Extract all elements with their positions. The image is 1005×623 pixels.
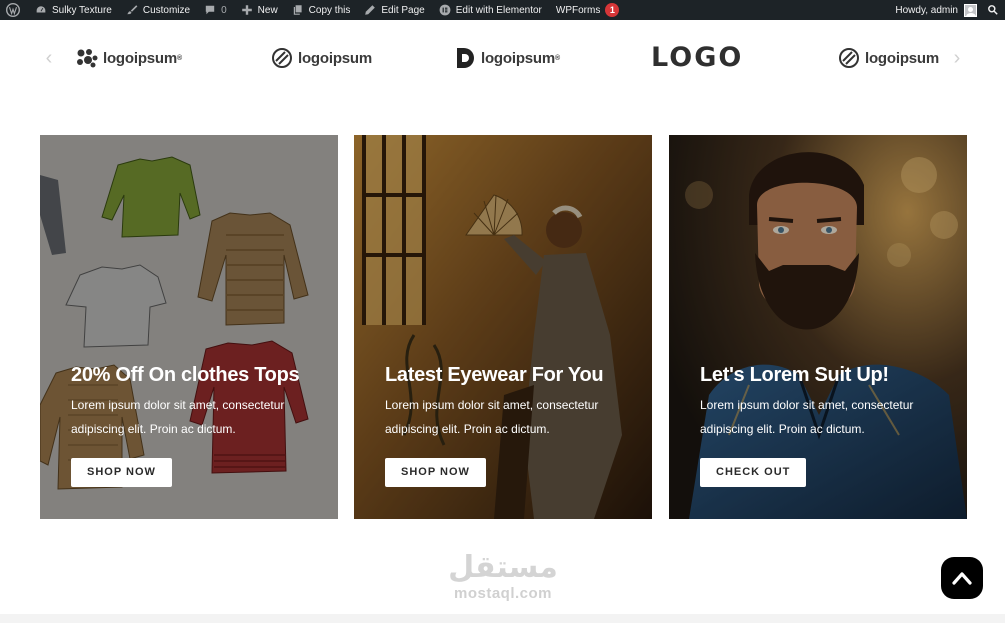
- card-title: Let's Lorem Suit Up!: [700, 364, 889, 386]
- card-content: 20% Off On clothes Tops Lorem ipsum dolo…: [71, 361, 321, 487]
- copy-this-label: Copy this: [308, 4, 351, 16]
- customize-label: Customize: [142, 4, 191, 16]
- admin-bar: Sulky Texture Customize 0 New Copy this …: [0, 0, 1005, 20]
- client-logo: logoipsum: [838, 44, 939, 72]
- comments-count: 0: [221, 4, 227, 16]
- client-logo-text: logoipsum: [865, 49, 940, 67]
- dashboard-icon: [35, 5, 47, 14]
- avatar: [964, 3, 977, 17]
- logo-carousel: ‹ logoipsum ® logoipsum logoipsum ® LOGO l…: [0, 30, 1005, 86]
- card-content: Latest Eyewear For You Lorem ipsum dolor…: [385, 361, 635, 487]
- check-out-button[interactable]: CHECK OUT: [700, 458, 807, 487]
- copy-icon: [293, 5, 302, 15]
- card-description: Lorem ipsum dolor sit amet, consectetur …: [71, 398, 285, 436]
- card-title: Latest Eyewear For You: [385, 364, 604, 386]
- client-logo-text: logoipsum: [298, 49, 373, 67]
- pencil-icon: [365, 5, 376, 15]
- logo-mark-icon: [457, 48, 474, 68]
- card-description: Lorem ipsum dolor sit amet, consectetur …: [385, 398, 599, 436]
- customize-link[interactable]: Customize: [119, 0, 197, 20]
- copy-this-link[interactable]: Copy this: [285, 0, 358, 20]
- edit-elementor-label: Edit with Elementor: [455, 4, 542, 16]
- client-logo-text: logoipsum: [481, 49, 556, 67]
- elementor-icon: [439, 4, 451, 16]
- edit-elementor-link[interactable]: Edit with Elementor: [432, 0, 549, 20]
- search-button[interactable]: [983, 0, 1005, 20]
- edit-page-label: Edit Page: [381, 4, 425, 16]
- my-account-link[interactable]: Howdy, admin: [888, 0, 983, 20]
- howdy-label: Howdy, admin: [895, 4, 958, 16]
- client-logo-text: LOGO: [651, 41, 744, 73]
- logo-mark-icon: [839, 48, 859, 68]
- shop-now-button[interactable]: SHOP NOW: [385, 458, 486, 487]
- promo-card-suit: Let's Lorem Suit Up! Lorem ipsum dolor s…: [669, 135, 967, 519]
- comments-link[interactable]: 0: [197, 0, 234, 20]
- client-logo: logoipsum: [271, 44, 372, 72]
- logo-mark-icon: [272, 48, 292, 68]
- site-name-link[interactable]: Sulky Texture: [28, 0, 119, 20]
- comment-icon: [205, 5, 215, 15]
- client-logo: logoipsum ®: [76, 44, 182, 72]
- mostaql-watermark: مستقل mostaql.com: [438, 550, 568, 602]
- wpforms-label: WPForms: [555, 4, 601, 16]
- wordpress-menu[interactable]: [0, 0, 28, 20]
- wpforms-link[interactable]: WPForms 1: [549, 0, 626, 20]
- card-description: Lorem ipsum dolor sit amet, consectetur …: [700, 398, 914, 436]
- new-label: New: [257, 4, 278, 16]
- chevron-up-icon: [952, 572, 972, 585]
- card-content: Let's Lorem Suit Up! Lorem ipsum dolor s…: [700, 361, 950, 487]
- client-logo-text: logoipsum: [103, 49, 178, 67]
- watermark-latin-text: mostaql.com: [453, 585, 553, 602]
- plus-icon: [241, 5, 252, 15]
- new-content-link[interactable]: New: [234, 0, 285, 20]
- wordpress-icon: [6, 3, 20, 17]
- search-icon: [988, 5, 998, 15]
- promo-card-clothes: 20% Off On clothes Tops Lorem ipsum dolo…: [40, 135, 338, 519]
- footer-strip: [0, 614, 1005, 623]
- client-logo: logoipsum ®: [456, 44, 560, 72]
- watermark-arabic-text: مستقل: [448, 550, 558, 585]
- card-title: 20% Off On clothes Tops: [71, 364, 300, 386]
- carousel-prev-button[interactable]: ‹: [42, 48, 56, 68]
- edit-page-link[interactable]: Edit Page: [357, 0, 431, 20]
- logo-mark-icon: [77, 49, 98, 68]
- wpforms-count-badge: 1: [605, 3, 620, 17]
- site-name-label: Sulky Texture: [52, 4, 112, 16]
- shop-now-button[interactable]: SHOP NOW: [71, 458, 172, 487]
- client-logo: LOGO: [651, 41, 744, 73]
- carousel-next-button[interactable]: ›: [950, 48, 964, 68]
- brush-icon: [127, 5, 138, 15]
- promo-card-eyewear: Latest Eyewear For You Lorem ipsum dolor…: [354, 135, 652, 519]
- back-to-top-button[interactable]: [941, 557, 983, 599]
